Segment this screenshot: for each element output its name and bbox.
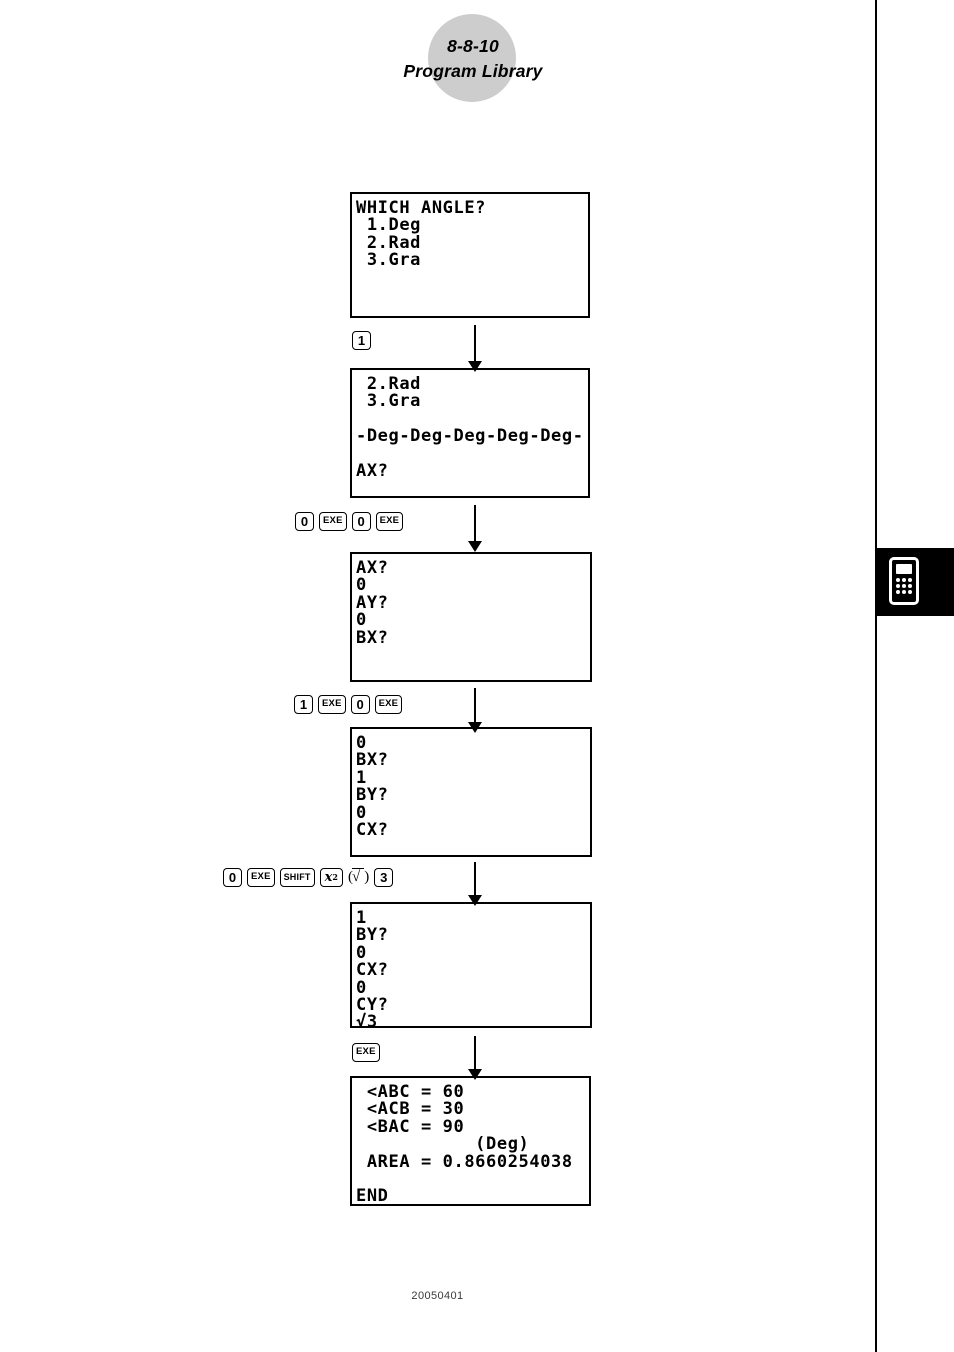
- keys-bx-by: 1 EXE 0 EXE: [294, 694, 403, 714]
- calc-key-0[interactable]: 0: [295, 511, 314, 531]
- lcd-line: 0: [356, 942, 367, 963]
- lcd-line: AX?: [356, 558, 389, 578]
- lcd-line: BX?: [356, 750, 389, 771]
- lcd-line: 0: [356, 733, 367, 753]
- calc-key-exe[interactable]: EXE: [247, 867, 275, 887]
- page-margin-rule: [875, 0, 877, 1352]
- calc-key-exe[interactable]: EXE: [318, 694, 346, 714]
- lcd-line: [356, 664, 590, 680]
- program-flow: WHICH ANGLE? 1.Deg 2.Rad 3.Gra 2.Rad 3.G…: [0, 0, 875, 1352]
- keys-ax-ay: 0 EXE 0 EXE: [295, 511, 404, 531]
- lcd-line: AY?: [356, 592, 389, 613]
- calc-key-exe[interactable]: EXE: [352, 1042, 380, 1062]
- lcd-line: 1: [356, 767, 367, 788]
- lcd-line: [356, 647, 590, 664]
- calc-key-label: x: [324, 869, 333, 885]
- lcd-line: √3: [356, 1012, 378, 1028]
- keys-select-deg: 1: [352, 330, 371, 350]
- screen-which-angle: WHICH ANGLE? 1.Deg 2.Rad 3.Gra: [350, 192, 590, 318]
- flow-arrow-shaft: [474, 688, 476, 722]
- calc-key-0[interactable]: 0: [351, 511, 371, 531]
- lcd-line: 0: [356, 610, 367, 631]
- screen-results: <ABC = 60 <ACB = 30 <BAC = 90 (Deg) AREA…: [350, 1076, 591, 1206]
- flow-arrow: [468, 325, 482, 372]
- lcd-line: [356, 446, 588, 463]
- lcd-line: 3.Gra: [356, 250, 422, 271]
- calc-key-superscript: 2: [332, 872, 338, 882]
- flow-arrow-head: [468, 1069, 482, 1080]
- lcd-line: [356, 1171, 589, 1188]
- lcd-line: 0: [356, 802, 367, 823]
- calc-key-exe[interactable]: EXE: [375, 511, 404, 531]
- flow-arrow-shaft: [474, 1036, 476, 1069]
- keys-cx-cy: 0 EXE SHIFT x 2 (√) 3: [223, 867, 394, 887]
- calc-key-1[interactable]: 1: [294, 694, 313, 714]
- lcd-line: (Deg): [356, 1134, 530, 1155]
- flow-arrow: [468, 862, 482, 906]
- lcd-line: [356, 480, 588, 496]
- flow-arrow: [468, 1036, 482, 1080]
- lcd-line: AX?: [356, 460, 389, 481]
- footer-date-code: 20050401: [411, 1290, 464, 1302]
- lcd-line: BX?: [356, 627, 389, 648]
- lcd-line: 0: [356, 977, 367, 998]
- flow-arrow: [468, 505, 482, 552]
- calc-key-exe[interactable]: EXE: [319, 511, 347, 531]
- calculator-icon: [889, 557, 919, 605]
- calc-key-1[interactable]: 1: [352, 330, 371, 350]
- calculator-icon-keys: [896, 578, 913, 594]
- flow-arrow-head: [468, 361, 482, 372]
- lcd-line: [356, 287, 588, 304]
- screen-ax-ay-bx: AX? 0 AY? 0 BX?: [350, 552, 592, 682]
- lcd-line: [356, 270, 588, 287]
- calc-key-shift[interactable]: SHIFT: [279, 867, 315, 887]
- flow-arrow-shaft: [474, 505, 476, 541]
- lcd-line: AREA = 0.8660254038: [356, 1151, 573, 1172]
- flow-arrow-head: [468, 722, 482, 733]
- lcd-line: -Deg-Deg-Deg-Deg-Deg-: [356, 426, 584, 447]
- calculator-icon-screen: [896, 564, 912, 574]
- lcd-line: [356, 839, 590, 855]
- sqrt-annotation: (√): [347, 867, 370, 885]
- lcd-line: 3.Gra: [356, 391, 422, 412]
- calc-key-x[interactable]: x2: [319, 867, 343, 887]
- lcd-line: BY?: [356, 785, 389, 806]
- lcd-line: BY?: [356, 925, 389, 946]
- chapter-thumb-tab: [877, 548, 954, 616]
- screen-by-cx-cy: 1 BY? 0 CX? 0 CY? √3: [350, 902, 592, 1028]
- flow-arrow-head: [468, 895, 482, 906]
- flow-arrow-shaft: [474, 862, 476, 895]
- lcd-line: 0: [356, 575, 367, 596]
- calc-key-0[interactable]: 0: [223, 867, 242, 887]
- lcd-line: 1: [356, 908, 367, 928]
- keys-execute: EXE: [352, 1042, 380, 1062]
- flow-arrow-shaft: [474, 325, 476, 361]
- calc-key-3[interactable]: 3: [374, 867, 394, 887]
- screen-bx-by-cx: 0 BX? 1 BY? 0 CX?: [350, 727, 592, 857]
- lcd-line: END: [356, 1186, 389, 1206]
- lcd-line: CX?: [356, 960, 389, 981]
- calc-key-exe[interactable]: EXE: [374, 694, 403, 714]
- calc-key-0[interactable]: 0: [350, 694, 370, 714]
- lcd-line: CX?: [356, 819, 389, 840]
- lcd-line: [356, 304, 588, 316]
- flow-arrow: [468, 688, 482, 733]
- flow-arrow-head: [468, 541, 482, 552]
- screen-deg-selected: 2.Rad 3.Gra -Deg-Deg-Deg-Deg-Deg- AX?: [350, 368, 590, 498]
- lcd-line: CY?: [356, 994, 389, 1015]
